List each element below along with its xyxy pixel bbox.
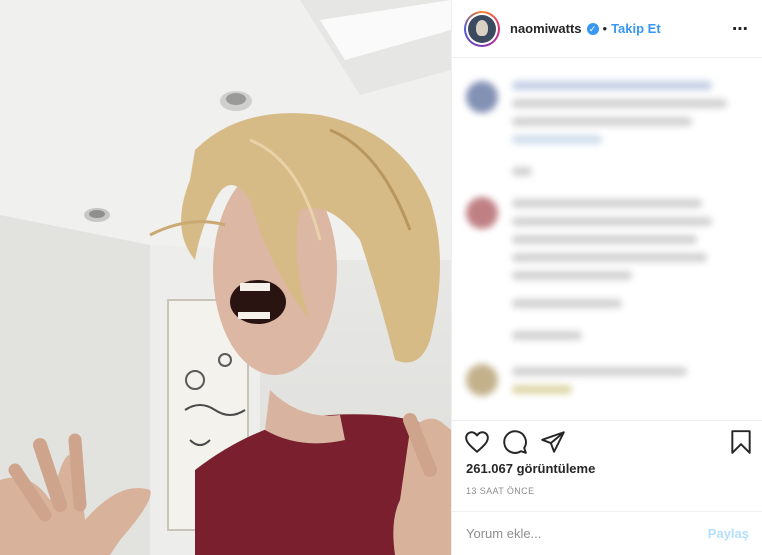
comment-line [512, 167, 532, 176]
separator-dot: • [602, 21, 608, 36]
comment-avatar [466, 197, 498, 229]
comment-input[interactable] [466, 526, 708, 541]
post-timestamp[interactable]: 13 SAAT ÖNCE [466, 486, 535, 496]
post-header: naomiwatts ✓ • Takip Et ⋯ [452, 0, 762, 58]
comment-avatar [466, 81, 498, 113]
post-comment-button[interactable]: Paylaş [708, 526, 749, 541]
comment-line [512, 217, 712, 226]
comment-line [512, 99, 727, 108]
comment-icon[interactable] [502, 429, 528, 455]
post-panel: naomiwatts ✓ • Takip Et ⋯ 261.067 görünt… [451, 0, 762, 555]
bookmark-icon[interactable] [728, 429, 754, 455]
verified-badge-icon: ✓ [586, 22, 599, 35]
comment-form: Paylaş [452, 511, 762, 555]
comment-line [512, 385, 572, 394]
comment-line [512, 331, 582, 340]
comment-line [512, 271, 632, 280]
share-icon[interactable] [540, 429, 566, 455]
username-link[interactable]: naomiwatts [510, 21, 582, 36]
view-count[interactable]: 261.067 görüntüleme [466, 461, 595, 476]
action-bar [452, 420, 762, 460]
post-video[interactable] [0, 0, 451, 555]
comment-line [512, 299, 622, 308]
heart-icon[interactable] [464, 429, 490, 455]
comment-line [512, 235, 697, 244]
comment-line [512, 199, 702, 208]
comment-line [512, 117, 692, 126]
comments-list-blurred [452, 59, 762, 419]
comment-line [512, 367, 687, 376]
comment-line [512, 81, 712, 90]
video-frame [0, 0, 451, 555]
comment-line [512, 135, 602, 144]
more-options-icon[interactable]: ⋯ [732, 19, 749, 39]
comment-avatar [466, 364, 498, 396]
comment-line [512, 253, 707, 262]
avatar[interactable] [464, 10, 500, 47]
follow-button[interactable]: Takip Et [611, 21, 661, 36]
